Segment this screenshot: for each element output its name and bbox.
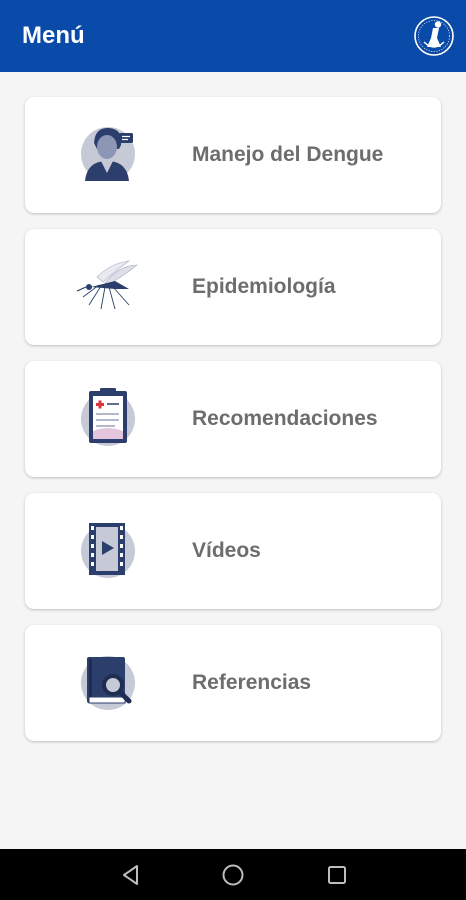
menu-item-label: Epidemiología	[192, 275, 336, 298]
menu-item-videos[interactable]: Vídeos	[25, 493, 441, 609]
menu-item-label: Vídeos	[192, 539, 261, 562]
film-play-icon	[75, 517, 141, 583]
system-navigation-bar	[0, 849, 466, 900]
menu-item-manejo-del-dengue[interactable]: Manejo del Dengue	[25, 97, 441, 213]
institution-seal-logo	[412, 14, 456, 58]
menu-item-label: Manejo del Dengue	[192, 143, 384, 166]
home-icon[interactable]	[219, 861, 247, 889]
back-icon[interactable]	[117, 861, 145, 889]
menu-item-epidemiologia[interactable]: Epidemiología	[25, 229, 441, 345]
recents-icon[interactable]	[323, 861, 351, 889]
mosquito-icon	[75, 253, 141, 319]
menu-item-referencias[interactable]: Referencias	[25, 625, 441, 741]
menu-item-label: Recomendaciones	[192, 407, 378, 430]
page-title: Menú	[22, 22, 85, 49]
book-search-icon	[75, 649, 141, 715]
menu-item-label: Referencias	[192, 671, 312, 694]
app-bar: Menú	[0, 0, 466, 72]
clipboard-icon	[75, 385, 141, 451]
menu-item-recomendaciones[interactable]: Recomendaciones	[25, 361, 441, 477]
doctor-icon	[75, 121, 141, 187]
